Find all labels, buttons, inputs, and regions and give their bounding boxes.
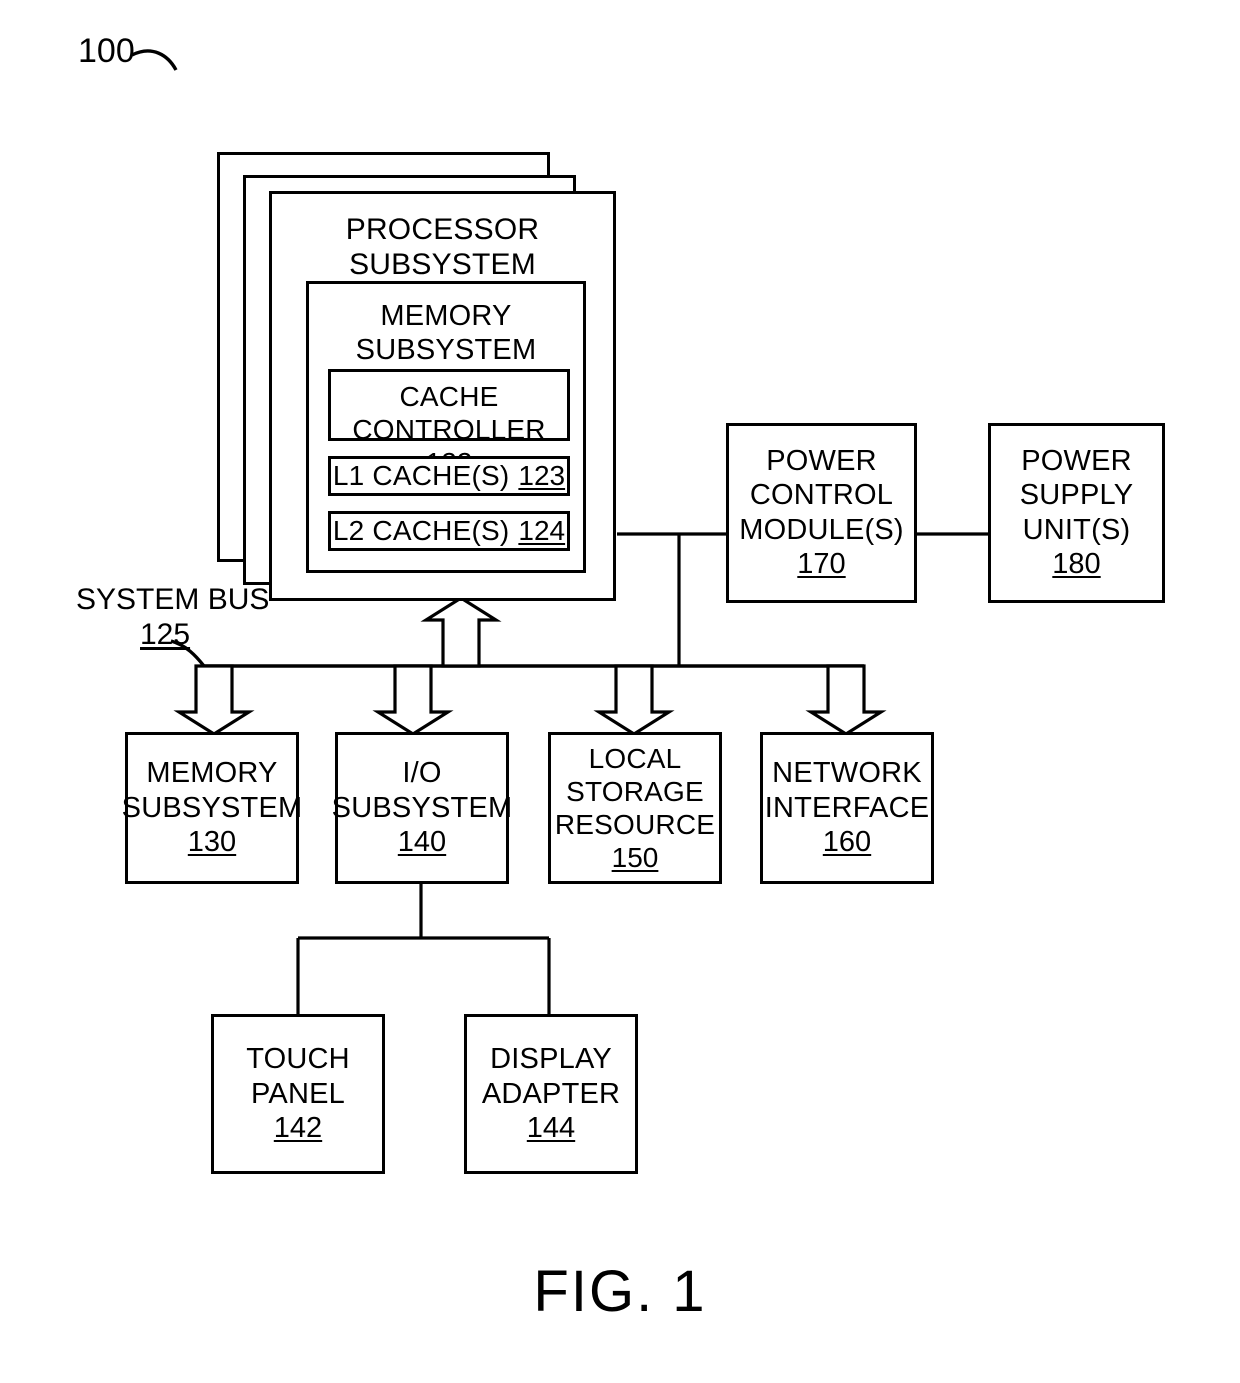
l2-cache-box: L2 CACHE(S) 124 (328, 511, 570, 551)
power-supply-unit-ref: 180 (1052, 547, 1101, 580)
memory-subsystem-ref: 130 (187, 825, 237, 858)
system-bus-label: SYSTEM BUS (76, 583, 270, 616)
memory-subsystem-inner-box: MEMORY SUBSYSTEM 121 CACHE CONTROLLER 12… (306, 281, 586, 573)
processor-subsystem-box: PROCESSOR SUBSYSTEM 120 MEMORY SUBSYSTEM… (269, 191, 616, 601)
power-control-module-box: POWER CONTROL MODULE(S) 170 (726, 423, 917, 603)
cache-controller-box: CACHE CONTROLLER 122 (328, 369, 570, 478)
bus-to-io-arrow (372, 664, 454, 736)
power-control-module-label: POWER CONTROL MODULE(S) (739, 445, 904, 546)
bus-to-memory-arrow (173, 664, 255, 736)
power-supply-unit-label: POWER SUPPLY UNIT(S) (1019, 445, 1134, 546)
touch-panel-label: TOUCH PANEL (246, 1043, 350, 1110)
system-bus-ref: 125 (140, 618, 191, 651)
memory-subsystem-inner-label: MEMORY SUBSYSTEM (355, 300, 537, 367)
network-interface-label: NETWORK INTERFACE (764, 757, 930, 824)
power-control-module-ref: 170 (797, 547, 846, 580)
touch-panel-box: TOUCH PANEL 142 (211, 1014, 385, 1174)
local-storage-resource-label: LOCAL STORAGE RESOURCE (554, 742, 716, 840)
network-interface-ref: 160 (822, 825, 872, 858)
l2-cache-ref: 124 (518, 515, 566, 546)
processor-subsystem-label: PROCESSOR SUBSYSTEM (345, 213, 540, 282)
local-storage-resource-box: LOCAL STORAGE RESOURCE 150 (548, 732, 722, 884)
network-interface-box: NETWORK INTERFACE 160 (760, 732, 934, 884)
memory-subsystem-label: MEMORY SUBSYSTEM (121, 757, 303, 824)
ref-100-leader (131, 49, 178, 71)
system-reference-numeral: 100 (78, 32, 135, 70)
l1-cache-box: L1 CACHE(S) 123 (328, 456, 570, 496)
io-subsystem-label: I/O SUBSYSTEM (331, 757, 513, 824)
l2-cache-label: L2 CACHE(S) (332, 515, 510, 546)
touch-panel-ref: 142 (273, 1111, 323, 1144)
io-subsystem-ref: 140 (397, 825, 447, 858)
bus-to-storage-arrow (593, 664, 675, 736)
memory-subsystem-box: MEMORY SUBSYSTEM 130 (122, 732, 302, 884)
cache-controller-label: CACHE CONTROLLER (352, 381, 546, 446)
power-supply-unit-box: POWER SUPPLY UNIT(S) 180 (988, 423, 1165, 603)
patent-figure-1: PROCESSOR SUBSYSTEM 120 MEMORY SUBSYSTEM… (0, 0, 1240, 1383)
local-storage-resource-ref: 150 (611, 841, 659, 873)
bus-to-network-arrow (805, 664, 887, 736)
display-adapter-label: DISPLAY ADAPTER (481, 1043, 621, 1110)
bus-to-processor-arrow (420, 596, 502, 668)
l1-cache-label: L1 CACHE(S) (332, 460, 510, 491)
io-subsystem-box: I/O SUBSYSTEM 140 (332, 732, 512, 884)
figure-caption: FIG. 1 (533, 1259, 707, 1324)
display-adapter-ref: 144 (526, 1111, 576, 1144)
connector-layer (131, 49, 988, 1014)
display-adapter-box: DISPLAY ADAPTER 144 (464, 1014, 638, 1174)
l1-cache-ref: 123 (518, 460, 566, 491)
